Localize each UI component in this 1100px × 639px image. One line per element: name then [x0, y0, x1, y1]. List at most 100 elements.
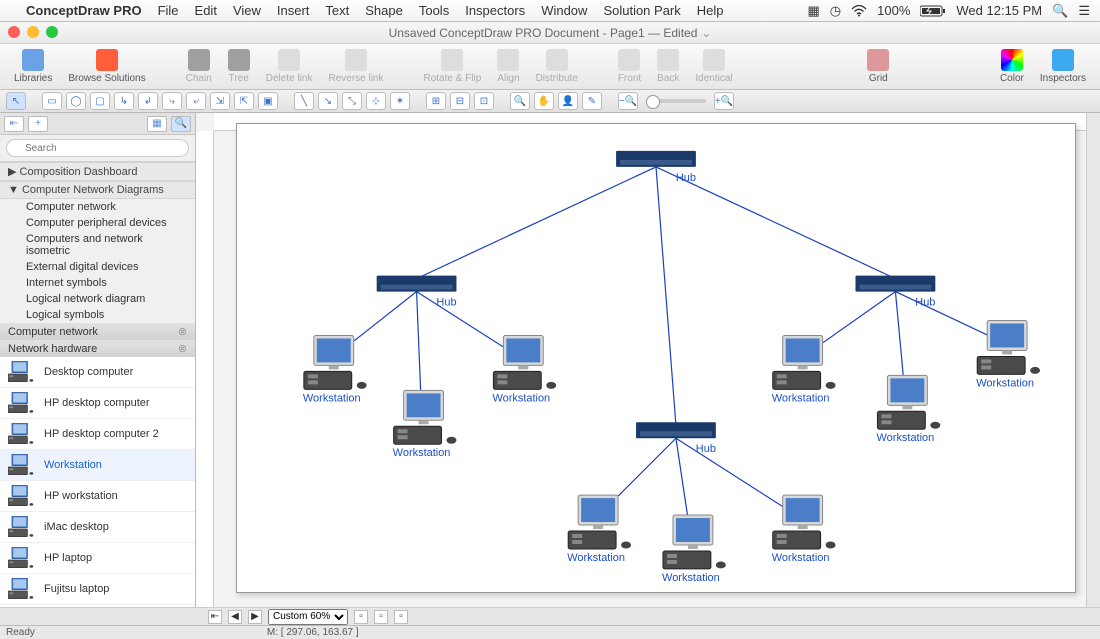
- page3-tab[interactable]: ▫: [394, 610, 408, 624]
- drawing-canvas[interactable]: HubHubHubHubWorkstationWorkstationWorkst…: [236, 123, 1076, 593]
- tree-item[interactable]: Computer network: [0, 199, 195, 215]
- menu-help[interactable]: Help: [697, 3, 724, 18]
- shape-item[interactable]: Fujitsu laptop 2: [0, 605, 195, 607]
- add-lib-icon[interactable]: +: [28, 116, 48, 132]
- menu-solutionpark[interactable]: Solution Park: [603, 3, 680, 18]
- layout-tool-1[interactable]: ⊞: [426, 92, 446, 110]
- shape-item[interactable]: HP workstation: [0, 481, 195, 512]
- line-tool-3[interactable]: ⤡: [342, 92, 362, 110]
- connector-tool-2[interactable]: ↲: [138, 92, 158, 110]
- connector-tool-6[interactable]: ⇱: [234, 92, 254, 110]
- line-tool-5[interactable]: ✶: [390, 92, 410, 110]
- menu-tools[interactable]: Tools: [419, 3, 449, 18]
- page-prev-icon[interactable]: ◀: [228, 610, 242, 624]
- menu-insert[interactable]: Insert: [277, 3, 310, 18]
- traffic-lights[interactable]: [8, 26, 58, 38]
- shape-item[interactable]: HP desktop computer 2: [0, 419, 195, 450]
- toolbar-identical[interactable]: Identical: [689, 49, 738, 84]
- tree-group[interactable]: ▼ Computer Network Diagrams: [0, 181, 195, 199]
- canvas-area[interactable]: HubHubHubHubWorkstationWorkstationWorkst…: [196, 113, 1086, 607]
- connector-tool-1[interactable]: ↳: [114, 92, 134, 110]
- document-bar: ⇤ ◀ ▶ Custom 60% ▫ ▫ ▫: [0, 607, 1100, 625]
- stamp-tool[interactable]: 👤: [558, 92, 578, 110]
- ellipse-tool[interactable]: ◯: [66, 92, 86, 110]
- pan-tool[interactable]: ✋: [534, 92, 554, 110]
- toolbar-reverse-link[interactable]: Reverse link: [322, 49, 389, 84]
- open-library-tab[interactable]: Network hardware⊗: [0, 340, 195, 357]
- toolbar-rotate-flip[interactable]: Rotate & Flip: [418, 49, 488, 84]
- toolbar-inspectors[interactable]: Inspectors: [1034, 49, 1092, 84]
- tree-item[interactable]: Computer peripheral devices: [0, 215, 195, 231]
- block-tool[interactable]: ▢: [90, 92, 110, 110]
- page2-tab[interactable]: ▫: [374, 610, 388, 624]
- spotlight-icon[interactable]: 🔍: [1052, 3, 1068, 19]
- clock-time[interactable]: Wed 12:15 PM: [956, 3, 1042, 18]
- page-next-icon[interactable]: ▶: [248, 610, 262, 624]
- collapse-tree-icon[interactable]: ⇤: [4, 116, 24, 132]
- zoom-slider[interactable]: [646, 99, 706, 103]
- search-input[interactable]: [6, 139, 189, 157]
- toolbar-align[interactable]: Align: [491, 49, 525, 84]
- tree-item[interactable]: Logical symbols: [0, 307, 195, 323]
- zoom-out-btn[interactable]: −🔍: [618, 92, 638, 110]
- clock-icon[interactable]: ◷: [830, 3, 841, 19]
- menu-window[interactable]: Window: [541, 3, 587, 18]
- pointer-tool[interactable]: ↖: [6, 92, 26, 110]
- connector-tool-7[interactable]: ▣: [258, 92, 278, 110]
- toolbar-delete-link[interactable]: Delete link: [260, 49, 319, 84]
- zoom-in-tool[interactable]: 🔍: [510, 92, 530, 110]
- network-diagram[interactable]: HubHubHubHubWorkstationWorkstationWorkst…: [237, 124, 1075, 593]
- toolbar-distribute[interactable]: Distribute: [530, 49, 584, 84]
- rect-tool[interactable]: ▭: [42, 92, 62, 110]
- shape-item[interactable]: Fujitsu laptop: [0, 574, 195, 605]
- layout-tool-2[interactable]: ⊟: [450, 92, 470, 110]
- layout-tool-3[interactable]: ⊡: [474, 92, 494, 110]
- toolbar-libraries[interactable]: Libraries: [8, 49, 58, 84]
- toolbar-grid[interactable]: Grid: [861, 49, 895, 84]
- toolbar-chain[interactable]: Chain: [180, 49, 218, 84]
- toolbar-color[interactable]: Color: [994, 49, 1030, 84]
- connector-tool-3[interactable]: ⤷: [162, 92, 182, 110]
- tree-item[interactable]: Internet symbols: [0, 275, 195, 291]
- wifi-icon[interactable]: [851, 5, 867, 17]
- control-center-icon[interactable]: ▦: [808, 3, 820, 19]
- menu-file[interactable]: File: [158, 3, 179, 18]
- toolbar-front[interactable]: Front: [612, 49, 647, 84]
- menu-shape[interactable]: Shape: [365, 3, 403, 18]
- open-library-tab[interactable]: Computer network⊗: [0, 323, 195, 340]
- tree-item[interactable]: Logical network diagram: [0, 291, 195, 307]
- tree-group[interactable]: ▶ Composition Dashboard: [0, 162, 195, 181]
- menu-view[interactable]: View: [233, 3, 261, 18]
- connector-tool-4[interactable]: ⤶: [186, 92, 206, 110]
- line-tool-2[interactable]: ↘: [318, 92, 338, 110]
- search-container: [0, 135, 195, 162]
- eyedropper-tool[interactable]: ✎: [582, 92, 602, 110]
- toolbar-back[interactable]: Back: [651, 49, 685, 84]
- left-panel: ⇤ + ▦ 🔍 ▶ Composition Dashboard▼ Compute…: [0, 113, 196, 607]
- shape-item[interactable]: HP laptop: [0, 543, 195, 574]
- shape-item[interactable]: Desktop computer: [0, 357, 195, 388]
- zoom-select[interactable]: Custom 60%: [268, 609, 348, 625]
- tool-ribbon: ↖ ▭ ◯ ▢ ↳ ↲ ⤷ ⤶ ⇲ ⇱ ▣ ╲ ↘ ⤡ ⊹ ✶ ⊞ ⊟ ⊡ 🔍 …: [0, 90, 1100, 113]
- line-tool-4[interactable]: ⊹: [366, 92, 386, 110]
- menu-text[interactable]: Text: [325, 3, 349, 18]
- shape-item[interactable]: Workstation: [0, 450, 195, 481]
- shape-item[interactable]: HP desktop computer: [0, 388, 195, 419]
- toolbar-browse-solutions[interactable]: Browse Solutions: [62, 49, 151, 84]
- search-view-icon[interactable]: 🔍: [171, 116, 191, 132]
- app-name[interactable]: ConceptDraw PRO: [26, 3, 142, 18]
- page-first-icon[interactable]: ⇤: [208, 610, 222, 624]
- connector-tool-5[interactable]: ⇲: [210, 92, 230, 110]
- library-tree: ▶ Composition Dashboard▼ Computer Networ…: [0, 162, 195, 357]
- grid-view-icon[interactable]: ▦: [147, 116, 167, 132]
- shape-item[interactable]: iMac desktop: [0, 512, 195, 543]
- menu-inspectors[interactable]: Inspectors: [465, 3, 525, 18]
- toolbar-tree[interactable]: Tree: [222, 49, 256, 84]
- line-tool-1[interactable]: ╲: [294, 92, 314, 110]
- tree-item[interactable]: Computers and network isometric: [0, 231, 195, 259]
- zoom-in-btn[interactable]: +🔍: [714, 92, 734, 110]
- list-icon[interactable]: ☰: [1078, 3, 1090, 19]
- menu-edit[interactable]: Edit: [195, 3, 217, 18]
- tree-item[interactable]: External digital devices: [0, 259, 195, 275]
- page1-tab[interactable]: ▫: [354, 610, 368, 624]
